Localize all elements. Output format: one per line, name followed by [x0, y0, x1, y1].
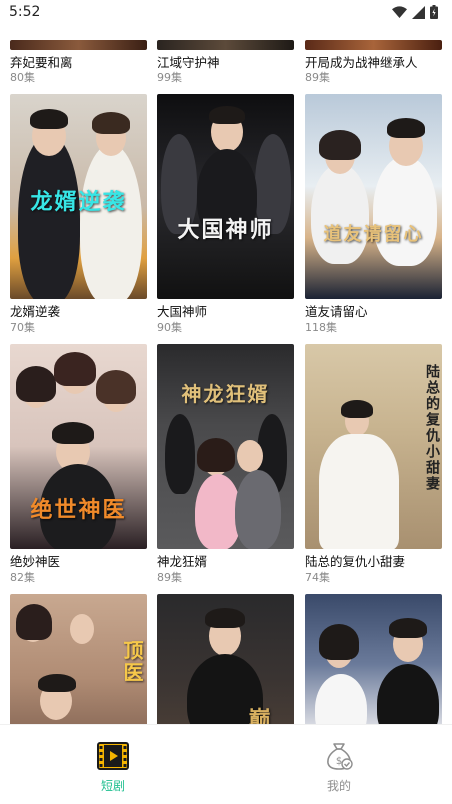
drama-title: 龙婿逆袭: [10, 304, 61, 319]
tab-profile[interactable]: $ 我的: [226, 725, 452, 804]
drama-episodes: 89集: [157, 571, 182, 584]
poster-title-text: 神龙狂婿: [181, 382, 270, 406]
poster-title-text: 顶医: [120, 640, 144, 684]
status-time: 5:52: [9, 4, 41, 20]
drama-poster[interactable]: 龙婿逆袭: [10, 94, 147, 299]
film-icon: [97, 742, 129, 770]
drama-title: 陆总的复仇小甜妻: [305, 554, 406, 569]
drama-episodes: 80集: [10, 71, 35, 84]
drama-episodes: 74集: [305, 571, 330, 584]
status-icons: [392, 5, 438, 19]
drama-poster[interactable]: 巅: [157, 594, 294, 724]
drama-title: 绝妙神医: [10, 554, 61, 569]
drama-poster[interactable]: 神龙狂婿: [157, 344, 294, 549]
status-bar: 5:52: [0, 0, 452, 26]
drama-poster[interactable]: [157, 40, 294, 50]
drama-poster[interactable]: 陆总的复仇小甜妻: [305, 344, 442, 549]
drama-title: 神龙狂婿: [157, 554, 208, 569]
drama-episodes: 99集: [157, 71, 182, 84]
poster-title-text: 龙婿逆袭: [30, 189, 127, 215]
drama-episodes: 90集: [157, 321, 182, 334]
tab-label: 我的: [326, 779, 351, 793]
drama-poster[interactable]: 道友请留心: [305, 94, 442, 299]
drama-poster[interactable]: [10, 40, 147, 50]
drama-title: 道友请留心: [305, 304, 368, 319]
drama-episodes: 118集: [305, 321, 337, 334]
drama-episodes: 89集: [305, 71, 330, 84]
poster-title-text: 陆总的复仇小甜妻: [424, 364, 440, 492]
drama-poster[interactable]: 顶医: [10, 594, 147, 724]
drama-poster[interactable]: [305, 40, 442, 50]
drama-episodes: 82集: [10, 571, 35, 584]
signal-icon: [412, 5, 425, 19]
drama-poster[interactable]: 绝世神医: [10, 344, 147, 549]
battery-icon: [430, 5, 438, 19]
tab-label: 短剧: [100, 779, 125, 793]
poster-title-text: 绝世神医: [30, 497, 127, 523]
drama-poster[interactable]: [305, 594, 442, 724]
drama-title: 大国神师: [157, 304, 208, 319]
drama-poster[interactable]: 大国神师: [157, 94, 294, 299]
money-bag-icon: $: [327, 743, 353, 770]
poster-title-text: 大国神师: [177, 217, 274, 243]
tab-short-drama[interactable]: 短剧: [0, 725, 226, 804]
drama-grid[interactable]: 弃妃要和离 80集 江域守护神 99集 开局成为战神继承人 89集 龙婿逆袭 龙…: [0, 26, 452, 724]
drama-episodes: 70集: [10, 321, 35, 334]
svg-text:$: $: [336, 756, 342, 767]
wifi-icon: [392, 5, 407, 18]
poster-title-text: 道友请留心: [323, 224, 424, 245]
poster-title-text: 巅: [248, 707, 273, 724]
bottom-tab-bar: 短剧 $ 我的: [0, 724, 452, 804]
